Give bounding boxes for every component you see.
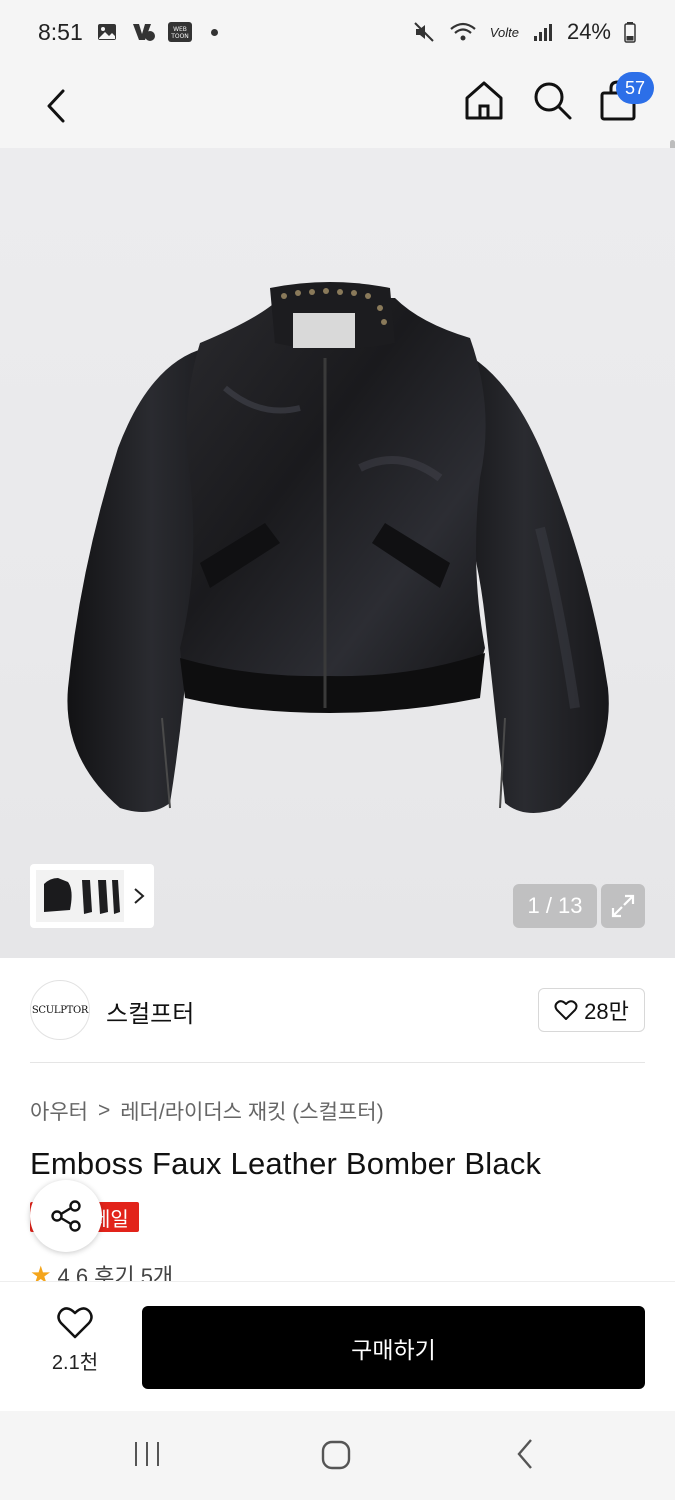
divider	[30, 1062, 645, 1063]
recent-apps-icon	[135, 1442, 159, 1466]
status-time: 8:51	[38, 18, 83, 45]
search-button[interactable]	[530, 78, 574, 122]
thumbnail-strip[interactable]	[30, 864, 154, 928]
brand-like-button[interactable]: 28만	[538, 988, 645, 1032]
image-counter: 1 / 13	[513, 884, 597, 928]
expand-button[interactable]	[601, 884, 645, 928]
system-home-button[interactable]	[320, 1439, 352, 1476]
cart-count-badge: 57	[616, 72, 654, 104]
product-title: Emboss Faux Leather Bomber Black	[30, 1146, 542, 1181]
share-button[interactable]	[30, 1180, 102, 1252]
product-photo	[67, 282, 609, 813]
signal-icon	[531, 21, 555, 43]
brand-name[interactable]: 스컬프터	[106, 994, 194, 1029]
mute-icon	[412, 21, 436, 43]
expand-icon	[611, 894, 635, 918]
system-back-button[interactable]	[514, 1437, 536, 1476]
wishlist-count: 2.1천	[51, 1352, 99, 1374]
back-icon	[47, 89, 65, 123]
battery-percent: 24%	[566, 19, 611, 44]
heart-icon	[57, 1307, 93, 1339]
wishlist-button[interactable]: 2.1천	[40, 1306, 110, 1386]
recent-apps-button[interactable]	[132, 1439, 162, 1474]
webtoon-notification-icon: WEB TOON	[167, 21, 193, 43]
home-button[interactable]	[462, 78, 506, 122]
status-bar: 8:51 WEB TOON Volte 24%	[0, 0, 675, 64]
heart-icon	[554, 1000, 578, 1020]
svg-text:WEB: WEB	[173, 26, 187, 33]
breadcrumb-separator: >	[97, 1099, 111, 1122]
share-icon	[51, 1200, 81, 1232]
breadcrumb: 아우터 > 레더/라이더스 재킷 (스컬프터)	[30, 1096, 384, 1126]
system-nav-bar	[0, 1411, 675, 1500]
top-nav	[0, 64, 675, 192]
gallery-notification-icon	[95, 21, 119, 43]
home-circle-icon	[321, 1440, 351, 1470]
back-chevron-icon	[517, 1439, 532, 1469]
chevron-right-icon	[134, 888, 145, 904]
back-button[interactable]	[36, 82, 76, 130]
battery-icon	[623, 21, 637, 43]
thumbnail-image	[36, 870, 124, 922]
app-notification-icon	[131, 21, 155, 43]
svg-text:TOON: TOON	[170, 33, 189, 40]
more-notifications-dot	[210, 28, 218, 36]
brand-row[interactable]: SCULPTOR 스컬프터 28만	[30, 980, 645, 1042]
product-image-gallery[interactable]: 1 / 13	[0, 148, 675, 958]
home-icon	[465, 81, 503, 120]
buy-button[interactable]: 구매하기	[142, 1306, 645, 1389]
brand-like-count: 28만	[584, 999, 629, 1024]
brand-logo[interactable]: SCULPTOR	[30, 980, 90, 1040]
wifi-icon	[448, 21, 478, 43]
volte-label: Volte	[489, 24, 519, 40]
bottom-action-bar: 2.1천 구매하기	[0, 1281, 675, 1411]
breadcrumb-category[interactable]: 아우터	[30, 1096, 88, 1126]
search-icon	[534, 82, 572, 120]
breadcrumb-subcategory[interactable]: 레더/라이더스 재킷 (스컬프터)	[120, 1096, 383, 1126]
